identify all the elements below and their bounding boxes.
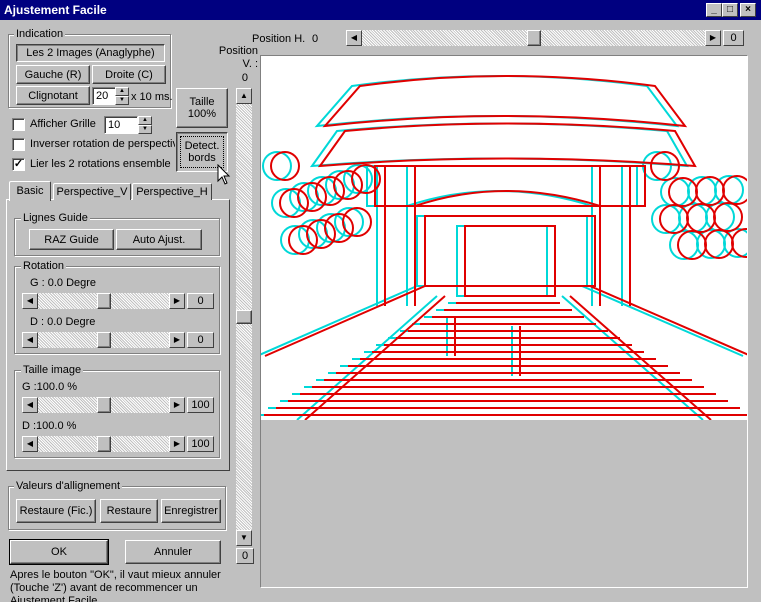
title-bar: Ajustement Facile _ □ × (0, 0, 761, 20)
ok-button[interactable]: OK (9, 539, 109, 565)
spin-up-icon[interactable]: ▲ (138, 116, 152, 125)
grille-input[interactable]: 10 (104, 116, 138, 134)
position-v-slider[interactable]: ▲ ▼ (236, 88, 252, 546)
preview-area[interactable] (260, 55, 748, 588)
spin-up-icon[interactable]: ▲ (115, 87, 129, 96)
taille-d-value[interactable]: 100 (187, 436, 214, 452)
rotation-g-slider[interactable]: ◀ ▶ (22, 293, 185, 309)
slider-thumb[interactable] (526, 30, 541, 46)
position-h-label: Position H. (252, 33, 306, 45)
restaure-fic-button[interactable]: Restaure (Fic.) (16, 499, 96, 523)
left-arrow-icon[interactable]: ◀ (22, 397, 38, 413)
down-arrow-icon[interactable]: ▼ (236, 530, 252, 546)
slider-thumb[interactable] (96, 293, 111, 309)
gauche-button[interactable]: Gauche (R) (16, 65, 90, 84)
inverser-label: Inverser rotation de perspectiv (30, 138, 175, 150)
up-arrow-icon[interactable]: ▲ (236, 88, 252, 104)
lier-label: Lier les 2 rotations ensemble (30, 158, 171, 170)
slider-thumb[interactable] (96, 332, 111, 348)
position-h-box[interactable]: 0 (723, 30, 744, 46)
mouse-cursor-icon (217, 164, 231, 185)
position-h-slider[interactable]: ◀ ▶ (346, 30, 721, 46)
rotation-g-value[interactable]: 0 (187, 293, 214, 309)
tab-perspective-h[interactable]: Perspective_H (132, 183, 212, 200)
auto-ajust-button[interactable]: Auto Ajust. (116, 229, 202, 250)
restaure-button[interactable]: Restaure (100, 499, 158, 523)
rotation-d-value[interactable]: 0 (187, 332, 214, 348)
right-arrow-icon[interactable]: ▶ (169, 397, 185, 413)
right-arrow-icon[interactable]: ▶ (705, 30, 721, 46)
taille-g-label: G :100.0 % (22, 381, 78, 393)
rotation-d-slider[interactable]: ◀ ▶ (22, 332, 185, 348)
raz-guide-button[interactable]: RAZ Guide (29, 229, 114, 250)
taille-d-slider[interactable]: ◀ ▶ (22, 436, 185, 452)
minimize-button[interactable]: _ (706, 3, 722, 17)
taille-image-label: Taille image (21, 364, 84, 376)
left-arrow-icon[interactable]: ◀ (22, 293, 38, 309)
taille-g-value[interactable]: 100 (187, 397, 214, 413)
droite-button[interactable]: Droite (C) (92, 65, 166, 84)
valeurs-label: Valeurs d'allignement (14, 480, 123, 492)
anaglyph-button[interactable]: Les 2 Images (Anaglyphe) (16, 44, 165, 62)
lier-checkbox[interactable]: ✓ (12, 158, 25, 171)
right-arrow-icon[interactable]: ▶ (169, 293, 185, 309)
right-arrow-icon[interactable]: ▶ (169, 436, 185, 452)
rotation-d-label: D : 0.0 Degre (30, 316, 96, 328)
ok-note: Apres le bouton "OK", il vaut mieux annu… (10, 569, 221, 602)
close-button[interactable]: × (740, 3, 756, 17)
taille-g-slider[interactable]: ◀ ▶ (22, 397, 185, 413)
left-arrow-icon[interactable]: ◀ (346, 30, 362, 46)
position-v-value: 0 (241, 72, 248, 84)
tab-basic[interactable]: Basic (9, 181, 51, 201)
grille-spinner[interactable]: ▲ ▼ (138, 116, 152, 134)
annuler-button[interactable]: Annuler (125, 540, 221, 564)
afficher-grille-label: Afficher Grille (30, 118, 96, 130)
left-arrow-icon[interactable]: ◀ (22, 436, 38, 452)
inverser-checkbox[interactable] (12, 138, 25, 151)
rotation-g-label: G : 0.0 Degre (30, 277, 97, 289)
position-v-label: Position V. : (218, 45, 258, 70)
slider-thumb[interactable] (96, 397, 111, 413)
interval-spinner[interactable]: ▲ ▼ (115, 87, 129, 105)
window-title: Ajustement Facile (4, 3, 107, 17)
lignes-guide-label: Lignes Guide (21, 212, 90, 224)
slider-thumb[interactable] (96, 436, 111, 452)
maximize-button[interactable]: □ (722, 3, 738, 17)
left-arrow-icon[interactable]: ◀ (22, 332, 38, 348)
position-h-value: 0 (312, 33, 319, 45)
indication-label: Indication (14, 28, 66, 40)
spin-down-icon[interactable]: ▼ (138, 125, 152, 134)
enregistrer-button[interactable]: Enregistrer (161, 499, 221, 523)
position-v-box[interactable]: 0 (236, 548, 254, 564)
anaglyph-image (261, 56, 747, 420)
clignotant-button[interactable]: Clignotant (16, 86, 90, 105)
afficher-grille-checkbox[interactable] (12, 118, 25, 131)
slider-thumb[interactable] (236, 310, 252, 324)
interval-unit: x 10 ms. (131, 91, 173, 103)
tab-perspective-v[interactable]: Perspective_V (53, 183, 131, 200)
spin-down-icon[interactable]: ▼ (115, 96, 129, 105)
taille-d-label: D :100.0 % (22, 420, 77, 432)
interval-input[interactable]: 20 (92, 87, 116, 105)
rotation-label: Rotation (21, 260, 66, 272)
right-arrow-icon[interactable]: ▶ (169, 332, 185, 348)
taille-button[interactable]: Taille 100% (176, 88, 228, 128)
